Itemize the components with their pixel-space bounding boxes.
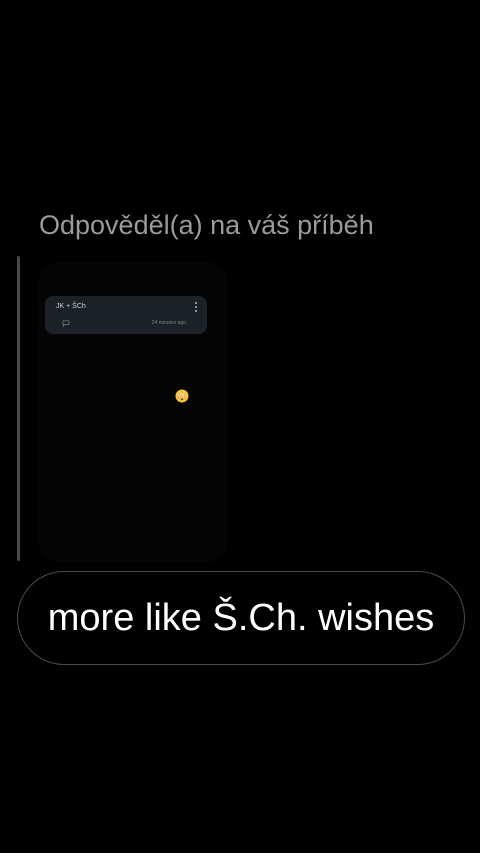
story-card-time: 24 minutes ago [151,320,186,326]
comment-icon [62,320,70,327]
story-reply-header: Odpověděl(a) na váš příběh [39,210,374,240]
quote-bar [17,256,20,561]
reply-message-text: more like Š.Ch. wishes [47,596,435,639]
flushed-face-emoji [175,389,189,403]
story-card-title: JK + ŠCh [56,303,86,310]
more-vertical-icon [195,302,197,312]
reply-message-bubble[interactable]: more like Š.Ch. wishes [17,571,465,665]
story-card: JK + ŠCh 24 minutes ago [45,296,207,334]
story-preview[interactable]: JK + ŠCh 24 minutes ago [38,262,228,562]
